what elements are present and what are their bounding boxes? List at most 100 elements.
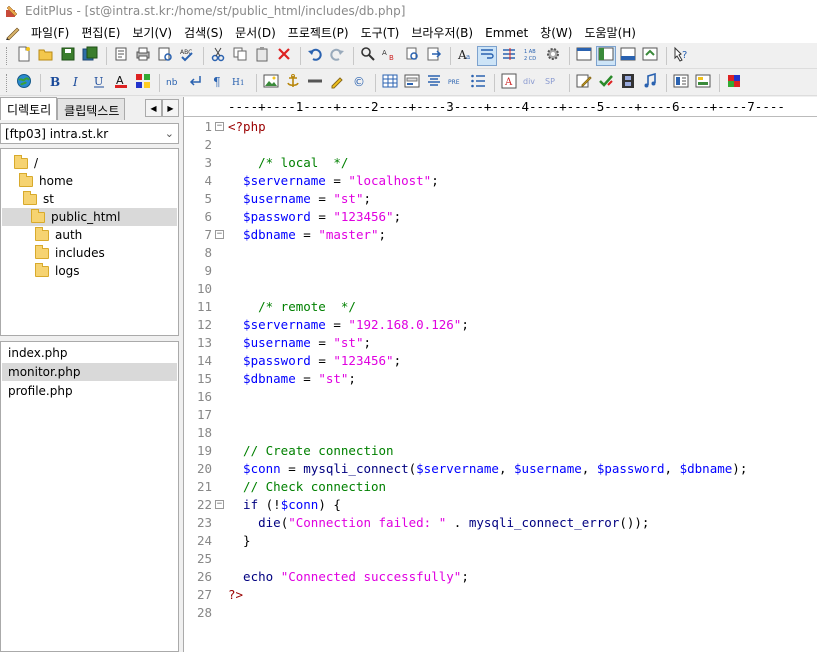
goto-line-button[interactable]: [424, 46, 444, 66]
settings-button[interactable]: [543, 46, 563, 66]
code-line[interactable]: 26 echo "Connected successfully";: [184, 568, 817, 586]
menu-item[interactable]: 편집(E): [78, 24, 129, 41]
save-all-button[interactable]: [80, 46, 100, 66]
menu-item[interactable]: 파일(F): [28, 24, 78, 41]
code-line[interactable]: 17: [184, 406, 817, 424]
hr-button[interactable]: [305, 73, 325, 93]
code-line[interactable]: 25: [184, 550, 817, 568]
menu-item[interactable]: 브라우저(B): [408, 24, 482, 41]
menu-item[interactable]: 검색(S): [181, 24, 232, 41]
fold-toggle-icon[interactable]: −: [215, 500, 224, 509]
replace-button[interactable]: AB: [380, 46, 400, 66]
panel-button[interactable]: [693, 73, 713, 93]
heading-button[interactable]: H1: [230, 73, 250, 93]
tab-cliptext[interactable]: 클립텍스트: [57, 98, 126, 120]
code-line[interactable]: 2: [184, 136, 817, 154]
tree-item[interactable]: /: [14, 154, 38, 172]
fold-toggle-icon[interactable]: −: [215, 230, 224, 239]
code-line[interactable]: 15 $dbname = "st";: [184, 370, 817, 388]
code-line[interactable]: 1− <?php: [184, 118, 817, 136]
menu-item[interactable]: 창(W): [537, 24, 581, 41]
scissors-button[interactable]: [208, 46, 228, 66]
code-line[interactable]: 11 /* remote */: [184, 298, 817, 316]
code-line[interactable]: 14 $password = "123456";: [184, 352, 817, 370]
tab-directory[interactable]: 디렉토리: [0, 97, 58, 120]
marker-button[interactable]: [327, 73, 347, 93]
code-line[interactable]: 24 }: [184, 532, 817, 550]
bold-button[interactable]: B: [45, 73, 65, 93]
list-button[interactable]: [468, 73, 488, 93]
code-line[interactable]: 23 die("Connection failed: " . mysqli_co…: [184, 514, 817, 532]
div-button[interactable]: div: [521, 73, 541, 93]
file-list-item[interactable]: profile.php: [2, 382, 177, 400]
code-line[interactable]: 20 $conn = mysqli_connect($servername, $…: [184, 460, 817, 478]
copy-button[interactable]: [230, 46, 250, 66]
open-folder-button[interactable]: [36, 46, 56, 66]
form-button[interactable]: [402, 73, 422, 93]
toolbar-grip[interactable]: [6, 73, 9, 92]
image-button[interactable]: [261, 73, 281, 93]
redo-button[interactable]: [327, 46, 347, 66]
code-line[interactable]: 3 /* local */: [184, 154, 817, 172]
break-button[interactable]: [186, 73, 206, 93]
italic-button[interactable]: I: [67, 73, 87, 93]
table-button[interactable]: [380, 73, 400, 93]
code-line[interactable]: 28: [184, 604, 817, 622]
find-in-files-button[interactable]: [402, 46, 422, 66]
menu-item[interactable]: Emmet: [482, 26, 537, 40]
code-line[interactable]: 21 // Check connection: [184, 478, 817, 496]
paragraph-button[interactable]: ¶: [208, 73, 228, 93]
delete-button[interactable]: [274, 46, 294, 66]
code-line[interactable]: 27 ?>: [184, 586, 817, 604]
window-button[interactable]: [574, 46, 594, 66]
font-button[interactable]: Aa: [455, 46, 475, 66]
tree-item[interactable]: includes: [35, 244, 105, 262]
code-line[interactable]: 5 $username = "st";: [184, 190, 817, 208]
ftp-account-select[interactable]: [ftp03] intra.st.kr ⌄: [0, 123, 179, 144]
save-button[interactable]: [58, 46, 78, 66]
code-line[interactable]: 7− $dbname = "master";: [184, 226, 817, 244]
tree-item[interactable]: home: [19, 172, 73, 190]
code-line[interactable]: 10: [184, 280, 817, 298]
tree-item[interactable]: auth: [35, 226, 82, 244]
anchor-button[interactable]: [283, 73, 303, 93]
find-button[interactable]: [358, 46, 378, 66]
print-button[interactable]: [133, 46, 153, 66]
fold-toggle-icon[interactable]: −: [215, 122, 224, 131]
code-line[interactable]: 18: [184, 424, 817, 442]
ruler-button[interactable]: 1 AB 2 CD: [521, 46, 541, 66]
center-button[interactable]: [424, 73, 444, 93]
menu-item[interactable]: 보기(V): [129, 24, 181, 41]
film-button[interactable]: [618, 73, 638, 93]
file-list-item[interactable]: index.php: [2, 344, 177, 362]
tree-item[interactable]: public_html: [2, 208, 177, 226]
browser-button[interactable]: [14, 73, 34, 93]
menu-item[interactable]: 도움말(H): [581, 24, 645, 41]
help-button[interactable]: ?: [671, 46, 691, 66]
file-list-item[interactable]: monitor.php: [2, 363, 177, 381]
code-line[interactable]: 8: [184, 244, 817, 262]
spellcheck-button[interactable]: ABC: [177, 46, 197, 66]
tree-item[interactable]: logs: [35, 262, 80, 280]
code-line[interactable]: 16: [184, 388, 817, 406]
code-area[interactable]: 1− <?php 2 3 /* local */4 $servername = "lo…: [184, 117, 817, 652]
music-button[interactable]: [640, 72, 660, 93]
code-line[interactable]: 4 $servername = "localhost";: [184, 172, 817, 190]
span-button[interactable]: SP: [543, 73, 563, 93]
code-line[interactable]: 9: [184, 262, 817, 280]
tab-scroll-left-icon[interactable]: ◀: [145, 99, 162, 117]
palette-button[interactable]: [724, 73, 744, 93]
code-editor[interactable]: ----+----1----+----2----+----3----+----4…: [183, 97, 817, 652]
column-button[interactable]: [499, 46, 519, 66]
code-line[interactable]: 19 // Create connection: [184, 442, 817, 460]
paste-button[interactable]: [252, 46, 272, 66]
code-line[interactable]: 22− if (!$conn) {: [184, 496, 817, 514]
code-line[interactable]: 13 $username = "st";: [184, 334, 817, 352]
code-line[interactable]: 12 $servername = "192.168.0.126";: [184, 316, 817, 334]
new-file-button[interactable]: [14, 46, 34, 66]
toolbar-grip[interactable]: [6, 46, 9, 65]
nbsp-button[interactable]: nb: [164, 73, 184, 93]
preview-button[interactable]: [155, 46, 175, 66]
copyright-button[interactable]: ©: [349, 73, 369, 93]
pre-button[interactable]: PRE: [446, 73, 466, 93]
